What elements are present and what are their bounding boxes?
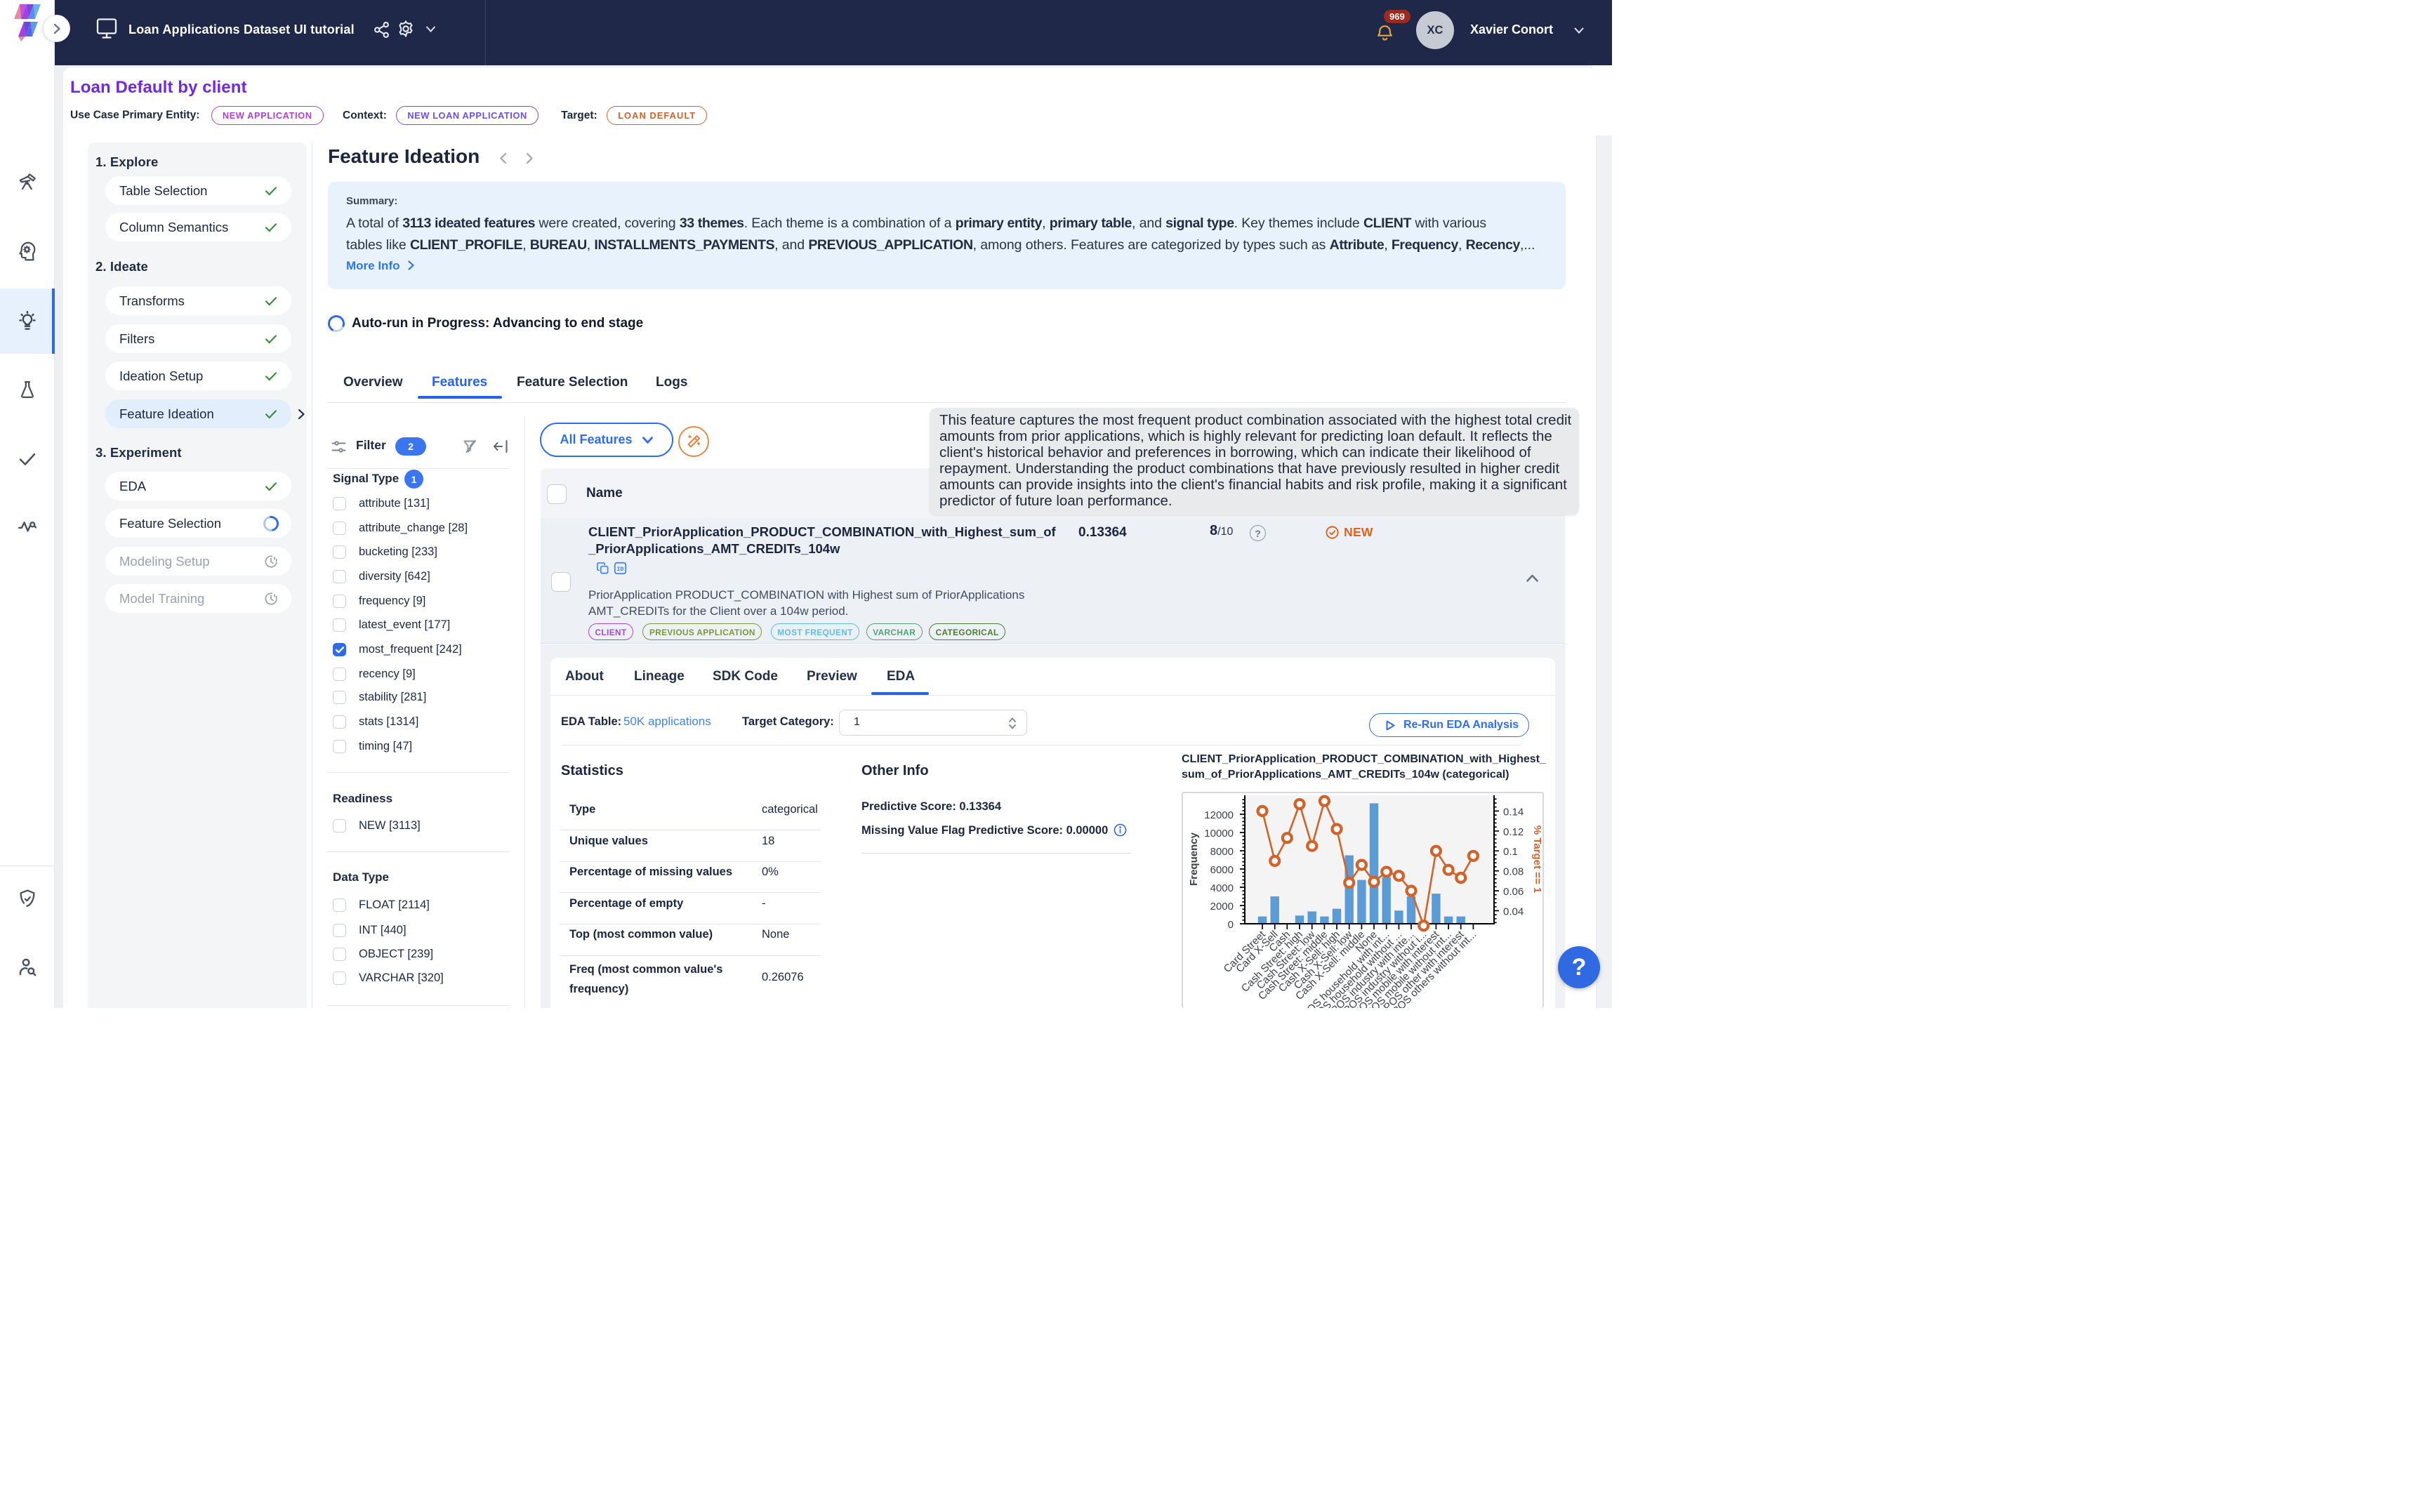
svg-text:2000: 2000 [1210,901,1234,913]
svg-text:0.14: 0.14 [1503,806,1524,818]
svg-text:0: 0 [1228,919,1234,931]
svg-text:0.04: 0.04 [1503,906,1524,917]
svg-text:0.08: 0.08 [1503,866,1524,878]
svg-text:0.12: 0.12 [1503,826,1524,838]
svg-text:8000: 8000 [1210,846,1234,858]
svg-text:6000: 6000 [1210,864,1234,876]
svg-text:0.1: 0.1 [1503,846,1518,858]
svg-text:4000: 4000 [1210,882,1234,894]
svg-text:10000: 10000 [1204,828,1234,840]
svg-text:0.06: 0.06 [1503,886,1524,898]
svg-text:Frequency: Frequency [1188,832,1200,886]
svg-text:ID: ID [617,566,624,573]
svg-text:% Target == 1: % Target == 1 [1531,825,1543,893]
svg-text:12000: 12000 [1204,809,1234,821]
